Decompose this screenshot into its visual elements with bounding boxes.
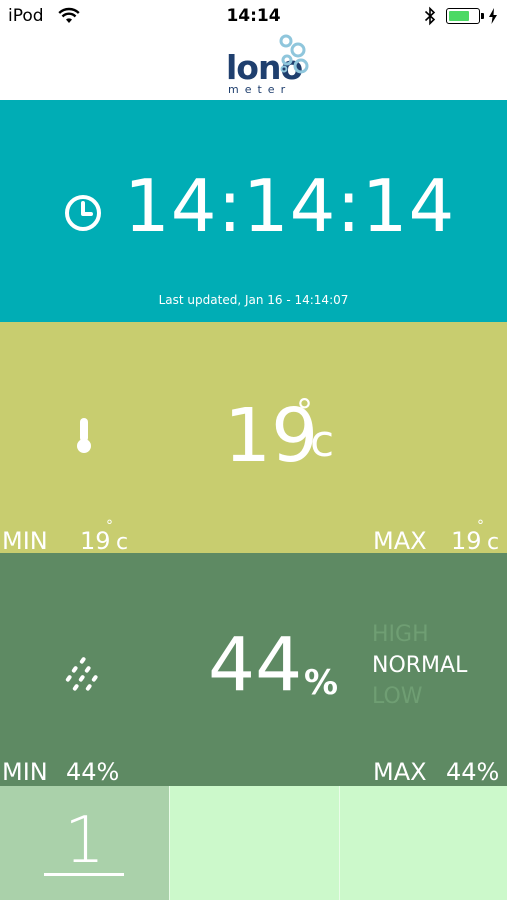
- tab-divider: [169, 786, 170, 900]
- current-time: 14:14:14: [124, 164, 456, 248]
- temperature-panel: 19 ° c MIN 19 ° c MAX 19 ° c: [0, 322, 507, 555]
- temp-max-unit: c: [487, 530, 500, 555]
- humidity-unit: %: [304, 663, 339, 703]
- raindrops-icon: [65, 657, 98, 691]
- thermometer-icon: [77, 418, 91, 453]
- tab-3[interactable]: [340, 786, 507, 900]
- clock-icon: [65, 195, 101, 231]
- logo-subtitle: meter: [228, 83, 292, 96]
- humidity-level-high: HIGH: [372, 622, 429, 647]
- tab-1-label: 1: [64, 804, 105, 878]
- battery-level: [449, 11, 469, 21]
- bubbles-icon: [279, 34, 309, 74]
- time-panel: 14:14:14 Last updated, Jan 16 - 14:14:07: [0, 100, 507, 322]
- temp-max-label: MAX: [373, 527, 427, 555]
- battery-cap: [481, 13, 484, 19]
- charging-bolt-icon: [489, 8, 497, 24]
- status-bar: iPod 14:14: [0, 0, 507, 34]
- last-updated-label: Last updated, Jan 16 - 14:14:07: [158, 293, 349, 307]
- hum-min-label: MIN: [2, 758, 48, 786]
- temp-min-unit: c: [116, 530, 129, 555]
- tab-2[interactable]: [170, 786, 339, 900]
- battery-icon: [446, 8, 480, 24]
- app-header: lono meter: [0, 34, 507, 100]
- humidity-value: 44: [208, 622, 303, 708]
- humidity-panel: 44 % HIGH NORMAL LOW MIN 44% MAX 44%: [0, 553, 507, 786]
- hum-max-label: MAX: [373, 758, 427, 786]
- humidity-level-low: LOW: [372, 684, 423, 709]
- temperature-unit: c: [310, 416, 335, 467]
- bluetooth-icon: [424, 6, 436, 26]
- hum-max-value: 44%: [446, 758, 500, 786]
- humidity-level-normal: NORMAL: [372, 653, 468, 678]
- tab-1-selected-indicator: [44, 873, 124, 876]
- temp-max-degree: °: [477, 518, 484, 534]
- temp-min-degree: °: [106, 518, 113, 534]
- tab-bar: 1: [0, 786, 507, 900]
- temp-min-label: MIN: [2, 527, 48, 555]
- hum-min-value: 44%: [66, 758, 120, 786]
- tab-1[interactable]: 1: [0, 786, 169, 900]
